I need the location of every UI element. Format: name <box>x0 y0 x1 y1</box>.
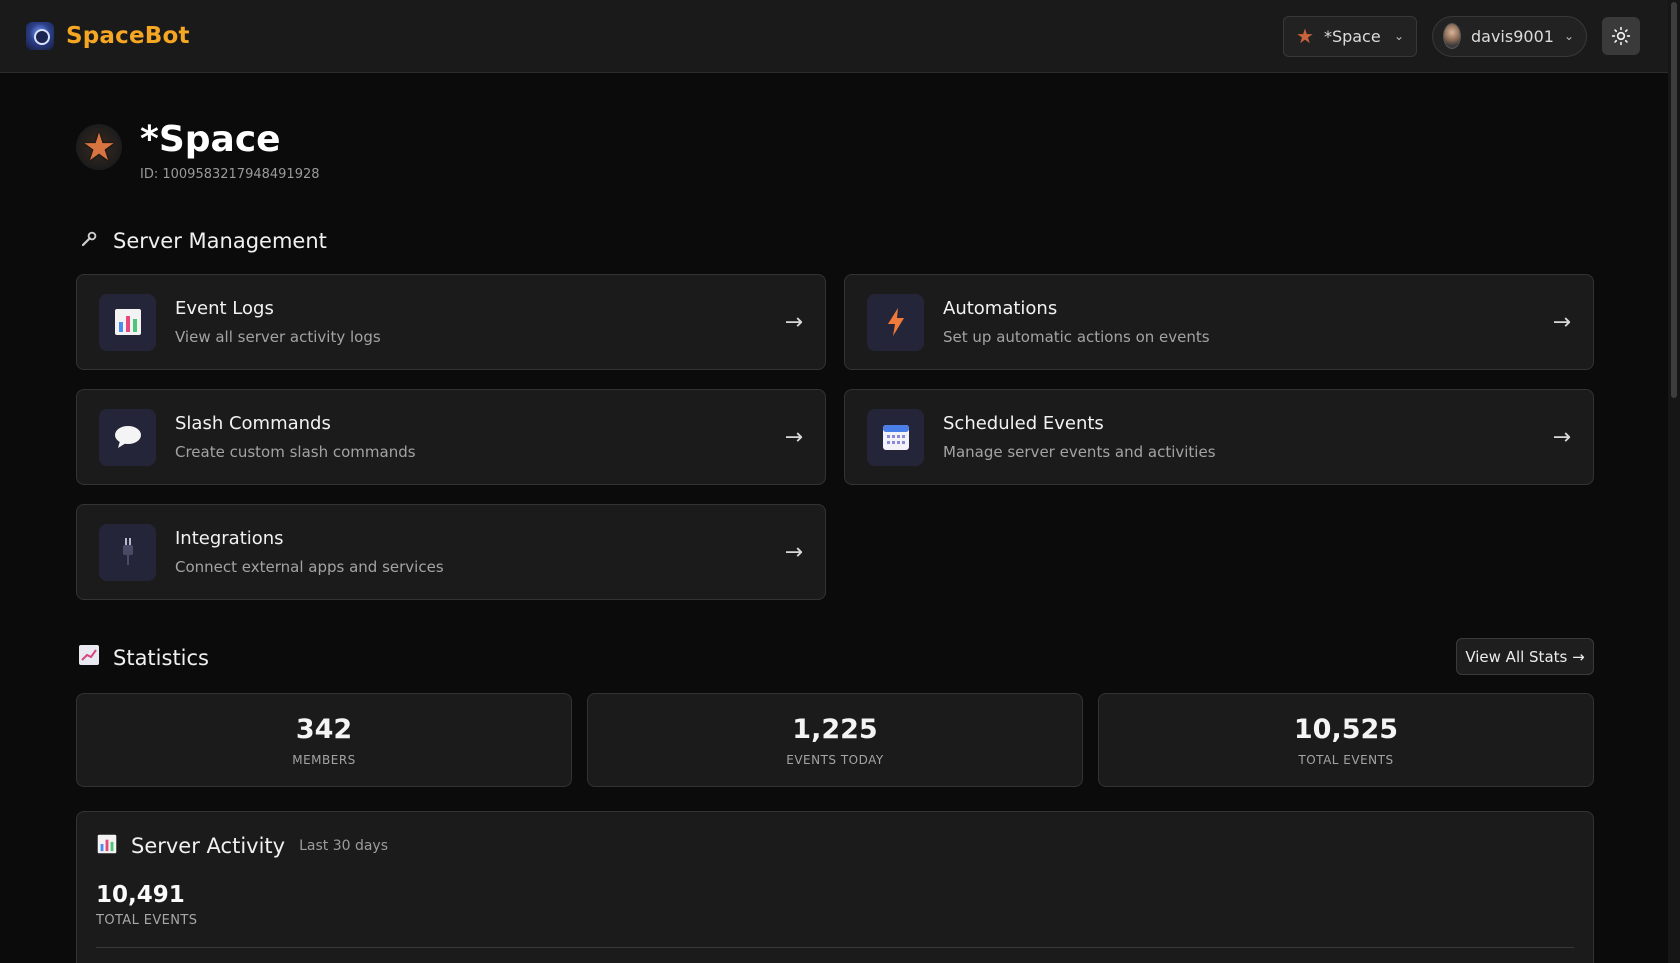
activity-subtitle: Last 30 days <box>299 838 388 854</box>
stat-card-total-events: 10,525 TOTAL EVENTS <box>1098 693 1594 787</box>
card-description: View all server activity logs <box>175 328 381 346</box>
server-avatar: ★ <box>76 124 122 170</box>
stat-label: TOTAL EVENTS <box>1298 752 1394 767</box>
brand-name: SpaceBot <box>66 23 190 49</box>
spacebot-logo-icon <box>26 22 54 50</box>
view-all-stats-button[interactable]: View All Stats → <box>1456 638 1594 675</box>
card-title: Scheduled Events <box>943 413 1104 434</box>
server-star-icon: ★ <box>1296 24 1314 48</box>
card-title: Integrations <box>175 528 284 549</box>
divider <box>96 947 1574 948</box>
activity-title: Server Activity <box>131 834 286 858</box>
scheduled-events-card[interactable]: Scheduled Events Manage server events an… <box>844 389 1594 485</box>
wrench-icon <box>79 230 99 253</box>
card-title: Automations <box>943 298 1058 319</box>
line-chart-icon <box>79 645 99 670</box>
section-title-text: Server Management <box>113 229 327 253</box>
user-avatar <box>1443 23 1461 49</box>
chevron-down-icon: ⌄ <box>1393 29 1404 43</box>
bar-chart-icon <box>97 834 117 858</box>
stat-value: 1,225 <box>792 713 878 745</box>
user-menu[interactable]: davis9001 ⌄ <box>1432 15 1587 57</box>
card-description: Manage server events and activities <box>943 443 1216 461</box>
activity-header: Server Activity Last 30 days <box>97 834 388 858</box>
card-title: Slash Commands <box>175 413 331 434</box>
automations-card[interactable]: Automations Set up automatic actions on … <box>844 274 1594 370</box>
event-logs-card[interactable]: Event Logs View all server activity logs… <box>76 274 826 370</box>
stat-value: 342 <box>295 713 353 745</box>
activity-total-value: 10,491 <box>96 882 185 908</box>
arrow-right-icon: → <box>1552 309 1571 335</box>
server-selector-label: *Space <box>1323 26 1381 46</box>
server-header: ★ *Space ID: 1009583217948491928 <box>76 118 320 182</box>
arrow-right-icon: → <box>1552 424 1571 450</box>
stat-card-members: 342 MEMBERS <box>76 693 572 787</box>
server-selector[interactable]: ★ *Space ⌄ <box>1283 15 1417 57</box>
card-description: Create custom slash commands <box>175 443 416 461</box>
server-activity-panel: Server Activity Last 30 days 10,491 TOTA… <box>76 811 1594 963</box>
chevron-down-icon: ⌄ <box>1563 29 1574 43</box>
arrow-right-icon: → <box>784 539 803 565</box>
brand[interactable]: SpaceBot <box>26 22 190 50</box>
lightning-icon <box>867 293 924 351</box>
sun-icon <box>1611 26 1631 46</box>
scrollbar-thumb[interactable] <box>1671 2 1677 398</box>
slash-commands-card[interactable]: Slash Commands Create custom slash comma… <box>76 389 826 485</box>
bar-chart-icon <box>99 293 156 351</box>
activity-total-label: TOTAL EVENTS <box>96 913 198 928</box>
stat-label: EVENTS TODAY <box>786 752 884 767</box>
top-bar: SpaceBot ★ *Space ⌄ davis9001 ⌄ <box>0 0 1668 73</box>
server-id: ID: 1009583217948491928 <box>140 167 320 182</box>
username: davis9001 <box>1471 26 1554 46</box>
server-management-heading: Server Management <box>79 229 327 253</box>
integrations-card[interactable]: Integrations Connect external apps and s… <box>76 504 826 600</box>
statistics-heading: Statistics <box>79 645 209 670</box>
theme-toggle-button[interactable] <box>1602 17 1640 55</box>
card-title: Event Logs <box>175 298 274 319</box>
arrow-right-icon: → <box>784 309 803 335</box>
stat-label: MEMBERS <box>292 752 356 767</box>
server-name: *Space <box>140 119 281 160</box>
card-description: Connect external apps and services <box>175 558 444 576</box>
section-title-text: Statistics <box>113 645 209 670</box>
stat-card-events-today: 1,225 EVENTS TODAY <box>587 693 1083 787</box>
header-controls: ★ *Space ⌄ davis9001 ⌄ <box>1283 15 1640 57</box>
page-scrollbar[interactable] <box>1668 0 1680 963</box>
plug-icon <box>99 523 156 581</box>
card-description: Set up automatic actions on events <box>943 328 1210 346</box>
stat-value: 10,525 <box>1293 713 1399 745</box>
speech-bubble-icon <box>99 408 156 466</box>
calendar-icon <box>867 408 924 466</box>
arrow-right-icon: → <box>784 424 803 450</box>
